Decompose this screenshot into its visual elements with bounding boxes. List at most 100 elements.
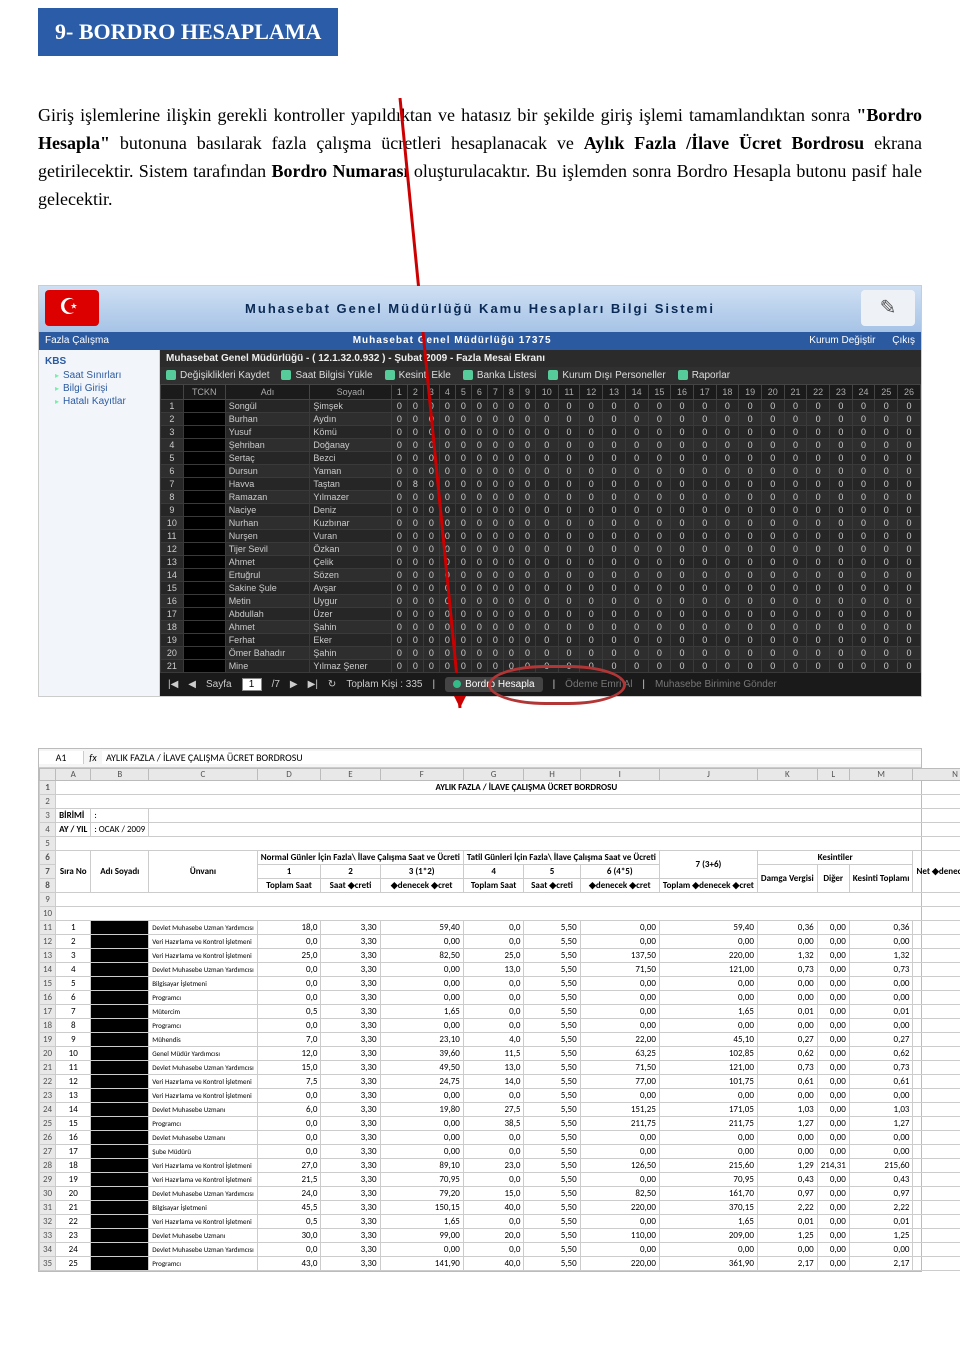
day-cell[interactable]: 0 <box>739 503 762 516</box>
day-cell[interactable]: 0 <box>761 659 784 672</box>
day-cell[interactable]: 0 <box>558 451 580 464</box>
day-cell[interactable]: 0 <box>830 464 853 477</box>
day-cell[interactable]: 0 <box>875 568 898 581</box>
grid-col-header[interactable]: 16 <box>671 384 694 399</box>
day-cell[interactable]: 0 <box>455 620 471 633</box>
day-cell[interactable]: 0 <box>716 503 739 516</box>
day-cell[interactable]: 0 <box>898 464 921 477</box>
day-cell[interactable]: 0 <box>471 646 487 659</box>
day-cell[interactable]: 0 <box>535 464 558 477</box>
day-cell[interactable]: 0 <box>407 516 423 529</box>
day-cell[interactable]: 0 <box>671 542 694 555</box>
day-cell[interactable]: 0 <box>671 529 694 542</box>
day-cell[interactable]: 0 <box>471 620 487 633</box>
day-cell[interactable]: 0 <box>852 555 875 568</box>
day-cell[interactable]: 0 <box>852 646 875 659</box>
day-cell[interactable]: 0 <box>558 620 580 633</box>
day-cell[interactable]: 0 <box>807 607 830 620</box>
day-cell[interactable]: 0 <box>671 659 694 672</box>
day-cell[interactable]: 0 <box>625 594 648 607</box>
day-cell[interactable]: 0 <box>391 425 407 438</box>
day-cell[interactable]: 0 <box>898 568 921 581</box>
day-cell[interactable]: 0 <box>558 464 580 477</box>
day-cell[interactable]: 0 <box>648 542 671 555</box>
day-cell[interactable]: 0 <box>487 607 503 620</box>
day-cell[interactable]: 0 <box>716 529 739 542</box>
pager-refresh-icon[interactable]: ↻ <box>328 679 336 690</box>
day-cell[interactable]: 0 <box>503 568 519 581</box>
day-cell[interactable]: 0 <box>898 451 921 464</box>
day-cell[interactable]: 0 <box>761 503 784 516</box>
day-cell[interactable]: 0 <box>648 594 671 607</box>
pager-first-icon[interactable]: |◀ <box>168 679 178 690</box>
cikis-link[interactable]: Çıkış <box>892 335 915 346</box>
day-cell[interactable]: 0 <box>535 516 558 529</box>
day-cell[interactable]: 0 <box>471 594 487 607</box>
day-cell[interactable]: 0 <box>784 503 807 516</box>
day-cell[interactable]: 0 <box>875 516 898 529</box>
day-cell[interactable]: 0 <box>693 581 716 594</box>
day-cell[interactable]: 0 <box>603 594 626 607</box>
day-cell[interactable]: 0 <box>693 646 716 659</box>
day-cell[interactable]: 0 <box>407 438 423 451</box>
sidebar-item-bilgi-girisi[interactable]: Bilgi Girişi <box>41 382 157 395</box>
formula-text[interactable]: AYLIK FAZLA / İLAVE ÇALIŞMA ÜCRET BORDRO… <box>102 751 921 764</box>
day-cell[interactable]: 0 <box>471 633 487 646</box>
day-cell[interactable]: 0 <box>558 490 580 503</box>
day-cell[interactable]: 8 <box>407 477 423 490</box>
day-cell[interactable]: 0 <box>739 529 762 542</box>
day-cell[interactable]: 0 <box>423 425 439 438</box>
day-cell[interactable]: 0 <box>535 607 558 620</box>
day-cell[interactable]: 0 <box>471 399 487 412</box>
day-cell[interactable]: 0 <box>519 451 535 464</box>
day-cell[interactable]: 0 <box>693 503 716 516</box>
day-cell[interactable]: 0 <box>671 568 694 581</box>
excel-col-header[interactable]: A <box>56 768 91 780</box>
day-cell[interactable]: 0 <box>648 555 671 568</box>
day-cell[interactable]: 0 <box>519 581 535 594</box>
day-cell[interactable]: 0 <box>519 425 535 438</box>
day-cell[interactable]: 0 <box>439 594 455 607</box>
day-cell[interactable]: 0 <box>535 568 558 581</box>
day-cell[interactable]: 0 <box>625 646 648 659</box>
day-cell[interactable]: 0 <box>739 516 762 529</box>
day-cell[interactable]: 0 <box>487 633 503 646</box>
day-cell[interactable]: 0 <box>391 646 407 659</box>
day-cell[interactable]: 0 <box>503 555 519 568</box>
day-cell[interactable]: 0 <box>603 477 626 490</box>
day-cell[interactable]: 0 <box>671 477 694 490</box>
excel-col-header[interactable]: D <box>257 768 321 780</box>
day-cell[interactable]: 0 <box>625 568 648 581</box>
day-cell[interactable]: 0 <box>875 555 898 568</box>
grid-col-header[interactable]: 5 <box>455 384 471 399</box>
day-cell[interactable]: 0 <box>693 620 716 633</box>
day-cell[interactable]: 0 <box>455 594 471 607</box>
day-cell[interactable]: 0 <box>716 607 739 620</box>
day-cell[interactable]: 0 <box>455 425 471 438</box>
day-cell[interactable]: 0 <box>898 607 921 620</box>
day-cell[interactable]: 0 <box>830 659 853 672</box>
day-cell[interactable]: 0 <box>407 568 423 581</box>
day-cell[interactable]: 0 <box>407 607 423 620</box>
day-cell[interactable]: 0 <box>471 516 487 529</box>
day-cell[interactable]: 0 <box>671 633 694 646</box>
day-cell[interactable]: 0 <box>471 451 487 464</box>
day-cell[interactable]: 0 <box>830 516 853 529</box>
day-cell[interactable]: 0 <box>487 594 503 607</box>
day-cell[interactable]: 0 <box>487 581 503 594</box>
day-cell[interactable]: 0 <box>807 594 830 607</box>
day-cell[interactable]: 0 <box>625 477 648 490</box>
day-cell[interactable]: 0 <box>784 659 807 672</box>
day-cell[interactable]: 0 <box>423 607 439 620</box>
day-cell[interactable]: 0 <box>603 399 626 412</box>
day-cell[interactable]: 0 <box>784 412 807 425</box>
day-cell[interactable]: 0 <box>875 464 898 477</box>
day-cell[interactable]: 0 <box>875 412 898 425</box>
day-cell[interactable]: 0 <box>603 438 626 451</box>
day-cell[interactable]: 0 <box>830 568 853 581</box>
day-cell[interactable]: 0 <box>852 568 875 581</box>
grid-col-header[interactable]: 7 <box>487 384 503 399</box>
day-cell[interactable]: 0 <box>784 451 807 464</box>
day-cell[interactable]: 0 <box>535 633 558 646</box>
day-cell[interactable]: 0 <box>439 646 455 659</box>
